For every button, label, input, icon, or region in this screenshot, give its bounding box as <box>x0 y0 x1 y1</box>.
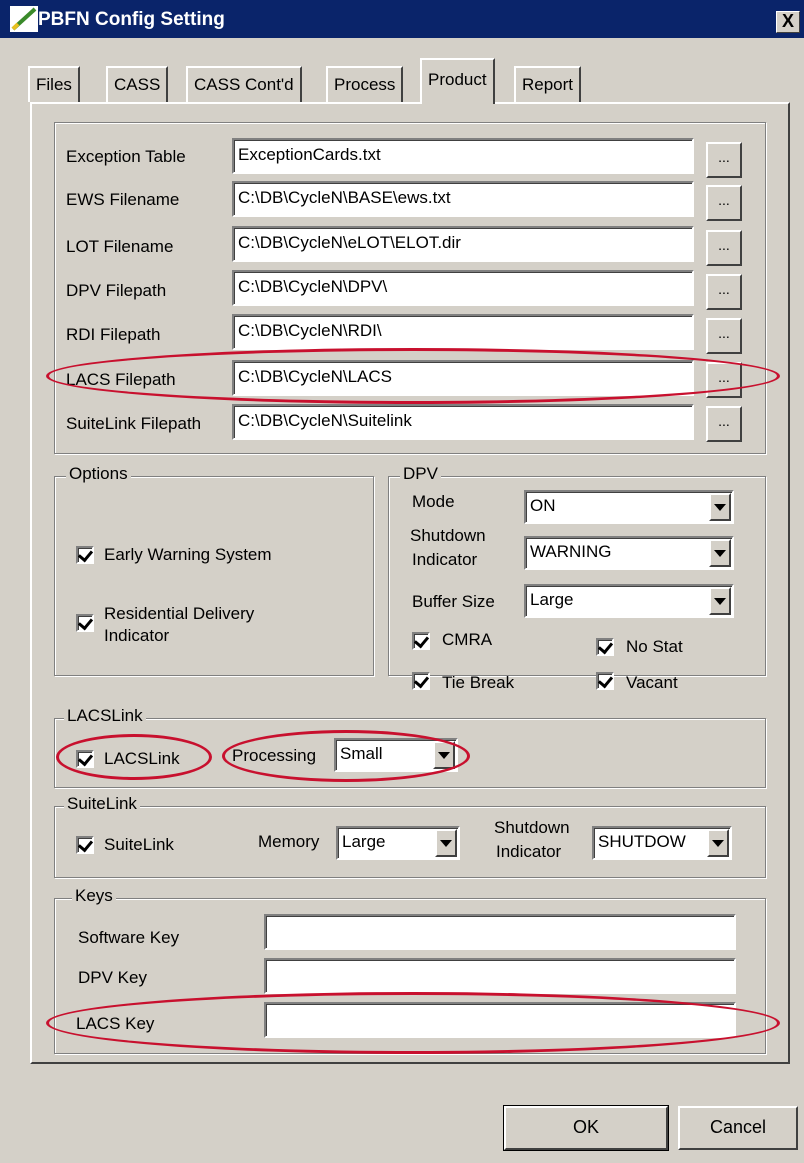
early-warning-checkbox[interactable] <box>76 546 94 564</box>
lacslink-processing-value: Small <box>340 744 383 763</box>
tab-cass-contd[interactable]: CASS Cont'd <box>186 66 302 102</box>
chevron-down-icon[interactable] <box>709 587 731 615</box>
rdi-filepath-label: RDI Filepath <box>66 325 161 344</box>
cancel-button[interactable]: Cancel <box>678 1106 798 1150</box>
ews-filename-label: EWS Filename <box>66 190 180 209</box>
dpv-filepath-label: DPV Filepath <box>66 281 167 300</box>
lacslink-label: LACSLink <box>104 749 180 768</box>
close-icon: X <box>781 11 794 31</box>
exception-table-input[interactable]: ExceptionCards.txt <box>232 138 694 174</box>
exception-table-browse-button[interactable]: ... <box>706 142 742 178</box>
lot-filename-label: LOT Filename <box>66 237 174 256</box>
close-button[interactable]: X <box>776 11 800 33</box>
lot-filename-input[interactable]: C:\DB\CycleN\eLOT\ELOT.dir <box>232 226 694 262</box>
title-bar[interactable]: PBFN Config Setting <box>0 0 804 38</box>
suitelink-shutdown-label-line2: Indicator <box>496 842 562 861</box>
tab-cass[interactable]: CASS <box>106 66 169 102</box>
early-warning-label: Early Warning System <box>104 545 272 564</box>
tab-files[interactable]: Files <box>28 66 80 102</box>
exception-table-label: Exception Table <box>66 147 186 166</box>
lacslink-processing-label: Processing <box>232 746 317 765</box>
lacslink-processing-select[interactable]: Small <box>334 738 458 772</box>
dpv-filepath-input[interactable]: C:\DB\CycleN\DPV\ <box>232 270 694 306</box>
dpv-filepath-browse-button[interactable]: ... <box>706 274 742 310</box>
cmra-label: CMRA <box>442 630 493 649</box>
dpv-buffer-select[interactable]: Large <box>524 584 734 618</box>
chevron-down-icon[interactable] <box>709 493 731 521</box>
suitelink-label: SuiteLink <box>104 835 174 854</box>
lacs-filepath-browse-button[interactable]: ... <box>706 362 742 398</box>
rdi-filepath-browse-button[interactable]: ... <box>706 318 742 354</box>
lacs-filepath-label: LACS Filepath <box>66 370 176 389</box>
suitelink-shutdown-value: SHUTDOW <box>598 832 686 851</box>
tab-product[interactable]: Product <box>420 58 495 104</box>
ews-filename-input[interactable]: C:\DB\CycleN\BASE\ews.txt <box>232 181 694 217</box>
suitelink-memory-label: Memory <box>258 832 320 851</box>
tab-report[interactable]: Report <box>514 66 582 102</box>
dpv-shutdown-label-line2: Indicator <box>412 550 478 569</box>
suitelink-shutdown-label-line1: Shutdown <box>494 818 570 837</box>
software-key-label: Software Key <box>78 928 180 947</box>
suitelink-filepath-input[interactable]: C:\DB\CycleN\Suitelink <box>232 404 694 440</box>
ok-button[interactable]: OK <box>503 1105 669 1151</box>
chevron-down-icon[interactable] <box>433 741 455 769</box>
vacant-checkbox[interactable] <box>596 672 614 690</box>
lacslink-checkbox[interactable] <box>76 750 94 768</box>
cmra-checkbox[interactable] <box>412 632 430 650</box>
no-stat-label: No Stat <box>626 637 683 656</box>
dpv-key-input[interactable] <box>264 958 736 994</box>
rdi-checkbox[interactable] <box>76 614 94 632</box>
lacs-key-input[interactable] <box>264 1002 736 1038</box>
rdi-filepath-input[interactable]: C:\DB\CycleN\RDI\ <box>232 314 694 350</box>
suitelink-legend: SuiteLink <box>64 794 140 814</box>
suitelink-checkbox[interactable] <box>76 836 94 854</box>
rdi-label-line1: Residential Delivery <box>104 604 255 623</box>
options-group <box>54 476 374 676</box>
ews-filename-browse-button[interactable]: ... <box>706 185 742 221</box>
pencil-icon <box>10 6 38 32</box>
suitelink-filepath-label: SuiteLink Filepath <box>66 414 202 433</box>
suitelink-filepath-browse-button[interactable]: ... <box>706 406 742 442</box>
tie-break-label: Tie Break <box>442 673 515 692</box>
chevron-down-icon[interactable] <box>707 829 729 857</box>
tab-process[interactable]: Process <box>326 66 404 102</box>
lacslink-legend: LACSLink <box>64 706 146 726</box>
chevron-down-icon[interactable] <box>709 539 731 567</box>
options-legend: Options <box>66 464 131 484</box>
dpv-buffer-value: Large <box>530 590 574 609</box>
config-window: PBFN Config Setting X Files CASS CASS Co… <box>0 0 804 1163</box>
window-title: PBFN Config Setting <box>38 9 225 30</box>
suitelink-shutdown-select[interactable]: SHUTDOW <box>592 826 732 860</box>
lot-filename-browse-button[interactable]: ... <box>706 230 742 266</box>
dpv-shutdown-label-line1: Shutdown <box>410 526 486 545</box>
dpv-legend: DPV <box>400 464 441 484</box>
lacs-key-label: LACS Key <box>76 1014 155 1033</box>
software-key-input[interactable] <box>264 914 736 950</box>
dpv-key-label: DPV Key <box>78 968 147 987</box>
lacs-filepath-input[interactable]: C:\DB\CycleN\LACS <box>232 360 694 396</box>
rdi-label-line2: Indicator <box>104 626 170 645</box>
suitelink-memory-select[interactable]: Large <box>336 826 460 860</box>
keys-legend: Keys <box>72 886 116 906</box>
suitelink-memory-value: Large <box>342 832 386 851</box>
chevron-down-icon[interactable] <box>435 829 457 857</box>
dpv-buffer-label: Buffer Size <box>412 592 495 611</box>
tie-break-checkbox[interactable] <box>412 672 430 690</box>
vacant-label: Vacant <box>626 673 678 692</box>
dpv-mode-label: Mode <box>412 492 455 511</box>
dpv-shutdown-value: WARNING <box>530 542 612 561</box>
no-stat-checkbox[interactable] <box>596 638 614 656</box>
dpv-shutdown-select[interactable]: WARNING <box>524 536 734 570</box>
dpv-mode-value: ON <box>530 496 556 515</box>
dpv-mode-select[interactable]: ON <box>524 490 734 524</box>
